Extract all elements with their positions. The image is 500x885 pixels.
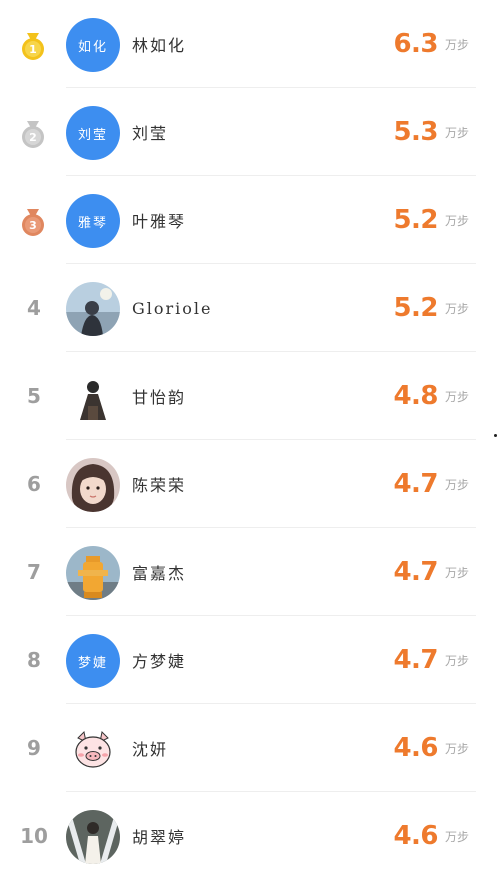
user-name: 叶雅琴 <box>132 212 187 231</box>
avatar <box>66 370 120 424</box>
step-count: 6.3 <box>393 29 438 59</box>
unit-label: 万步 <box>444 829 469 844</box>
step-count: 5.2 <box>393 293 438 323</box>
ranking-row[interactable]: 6 陈荣荣 4.7 万步 <box>0 440 500 528</box>
rank-number: 9 <box>27 736 41 760</box>
user-name: 胡翠婷 <box>132 828 187 847</box>
medal-rank-number: 1 <box>29 43 37 56</box>
avatar: 雅琴 <box>66 194 120 248</box>
rank-number: 7 <box>27 560 41 584</box>
photo-avatar-icon <box>66 546 120 600</box>
step-count: 4.7 <box>393 645 438 675</box>
pig-avatar-icon <box>66 722 120 776</box>
unit-label: 万步 <box>444 565 469 580</box>
photo-avatar-icon <box>66 458 120 512</box>
ranking-row[interactable]: 3 雅琴 叶雅琴 5.2 万步 <box>0 176 500 264</box>
unit-label: 万步 <box>444 125 469 140</box>
rank-number: 6 <box>27 472 41 496</box>
ranking-row[interactable]: 5 甘怡韵 4.8 万步 <box>0 352 500 440</box>
ranking-row[interactable]: 2 刘莹 刘莹 5.3 万步 <box>0 88 500 176</box>
unit-label: 万步 <box>444 741 469 756</box>
user-name: 方梦婕 <box>132 652 187 671</box>
unit-label: 万步 <box>444 389 469 404</box>
step-ranking-list: 1 如化 林如化 6.3 万步 2 刘莹 刘莹 5.3 万步 3 雅琴 叶雅琴 … <box>0 0 500 880</box>
avatar-initials: 梦婕 <box>77 655 108 671</box>
stray-dot <box>494 434 497 437</box>
step-count: 4.8 <box>393 381 438 411</box>
ranking-row[interactable]: 1 如化 林如化 6.3 万步 <box>0 0 500 88</box>
step-count: 4.6 <box>393 821 438 851</box>
step-count: 4.7 <box>393 557 438 587</box>
avatar: 刘莹 <box>66 106 120 160</box>
unit-label: 万步 <box>444 37 469 52</box>
rank-number: 5 <box>27 384 41 408</box>
photo-avatar-icon <box>66 370 120 424</box>
avatar <box>66 722 120 776</box>
photo-avatar-icon <box>66 282 120 336</box>
step-count: 4.6 <box>393 733 438 763</box>
rank-number: 10 <box>20 824 48 848</box>
ranking-row[interactable]: 7 富嘉杰 4.7 万步 <box>0 528 500 616</box>
unit-label: 万步 <box>444 301 469 316</box>
avatar <box>66 810 120 864</box>
avatar-initials: 如化 <box>77 39 108 55</box>
ranking-row[interactable]: 8 梦婕 方梦婕 4.7 万步 <box>0 616 500 704</box>
unit-label: 万步 <box>444 653 469 668</box>
user-name: 沈妍 <box>132 740 169 759</box>
rank-number: 4 <box>27 296 41 320</box>
user-name: 甘怡韵 <box>132 388 187 407</box>
avatar: 梦婕 <box>66 634 120 688</box>
user-name: 林如化 <box>132 36 187 55</box>
gold-medal-icon: 1 <box>22 33 44 60</box>
user-name: 富嘉杰 <box>132 564 187 583</box>
user-name: Gloriole <box>132 298 213 318</box>
step-count: 5.2 <box>393 205 438 235</box>
avatar-initials: 雅琴 <box>77 215 108 231</box>
avatar <box>66 458 120 512</box>
medal-rank-number: 2 <box>29 131 37 144</box>
avatar <box>66 282 120 336</box>
medal-rank-number: 3 <box>29 219 37 232</box>
avatar: 如化 <box>66 18 120 72</box>
avatar <box>66 546 120 600</box>
user-name: 刘莹 <box>132 124 169 143</box>
step-count: 4.7 <box>393 469 438 499</box>
ranking-row[interactable]: 4 Gloriole 5.2 万步 <box>0 264 500 352</box>
rank-number: 8 <box>27 648 41 672</box>
bronze-medal-icon: 3 <box>22 209 44 236</box>
photo-avatar-icon <box>66 810 120 864</box>
unit-label: 万步 <box>444 477 469 492</box>
avatar-initials: 刘莹 <box>77 127 108 143</box>
ranking-row[interactable]: 10 胡翠婷 4.6 万步 <box>0 792 500 880</box>
ranking-row[interactable]: 9 沈妍 4.6 万步 <box>0 704 500 792</box>
unit-label: 万步 <box>444 213 469 228</box>
user-name: 陈荣荣 <box>132 476 187 495</box>
silver-medal-icon: 2 <box>22 121 44 148</box>
step-count: 5.3 <box>393 117 438 147</box>
